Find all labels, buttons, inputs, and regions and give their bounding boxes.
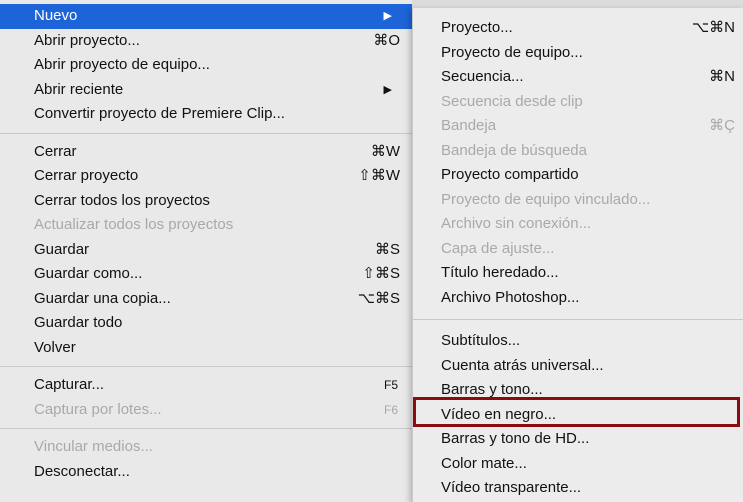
menu-item-actualizar-todos: Actualizar todos los proyectos (0, 213, 412, 238)
menu-item-capturar[interactable]: Capturar... F5 (0, 373, 412, 398)
submenu-item-bandeja-busqueda: Bandeja de búsqueda (413, 139, 743, 164)
menu-item-label: Proyecto... (441, 19, 513, 36)
menu-item-volver[interactable]: Volver (0, 336, 412, 361)
menu-item-label: Proyecto de equipo vinculado... (441, 190, 651, 208)
menu-separator (413, 319, 743, 320)
menu-item-nuevo[interactable]: Nuevo ▶ (0, 4, 412, 29)
shortcut-label: ⌘Ç (709, 117, 735, 134)
submenu-item-capa-ajuste: Capa de ajuste... (413, 237, 743, 262)
menu-item-label: Vídeo en negro... (441, 405, 557, 423)
menu-item-label: Guardar (34, 240, 90, 258)
menu-item-label: Título heredado... (441, 264, 559, 281)
menu-item-label: Nuevo (34, 7, 78, 24)
menu-item-label: Capa de ajuste... (441, 239, 555, 257)
menu-item-label: Proyecto de equipo... (441, 43, 583, 61)
shortcut-label: ⇧⌘S (362, 265, 400, 282)
nuevo-submenu: Proyecto... ⌥⌘N Proyecto de equipo... Se… (412, 8, 743, 502)
menu-item-label: Capturar... (34, 376, 105, 393)
menu-item-label: Cuenta atrás universal... (441, 356, 604, 374)
menu-item-abrir-proyecto-equipo[interactable]: Abrir proyecto de equipo... (0, 53, 412, 78)
menu-item-desconectar[interactable]: Desconectar... (0, 460, 412, 485)
menu-item-label: Desconectar... (34, 462, 130, 480)
menu-item-cerrar-proyecto[interactable]: Cerrar proyecto ⇧⌘W (0, 164, 412, 189)
submenu-item-video-negro[interactable]: Vídeo en negro... (413, 403, 743, 428)
shortcut-label: F6 (383, 402, 398, 417)
shortcut-label: ⌘W (370, 142, 400, 160)
menu-item-cerrar-todos[interactable]: Cerrar todos los proyectos (0, 189, 412, 214)
menu-item-label: Barras y tono... (441, 381, 543, 398)
menu-item-label: Bandeja (441, 117, 497, 134)
submenu-item-color-mate[interactable]: Color mate... (413, 452, 743, 477)
submenu-arrow-icon: ▶ (383, 83, 392, 96)
menu-item-label: Subtítulos... (441, 332, 521, 349)
menu-item-label: Guardar todo (34, 314, 123, 331)
submenu-item-proyecto[interactable]: Proyecto... ⌥⌘N (413, 16, 743, 41)
menu-item-abrir-reciente[interactable]: Abrir reciente ▶ (0, 78, 412, 103)
menu-item-convertir-premiere-clip[interactable]: Convertir proyecto de Premiere Clip... (0, 102, 412, 127)
menu-item-guardar-como[interactable]: Guardar como... ⇧⌘S (0, 262, 412, 287)
submenu-item-secuencia-desde-clip: Secuencia desde clip (413, 90, 743, 115)
menu-item-label: Cerrar todos los proyectos (34, 191, 210, 209)
submenu-item-cuenta-atras[interactable]: Cuenta atrás universal... (413, 354, 743, 379)
menu-item-label: Convertir proyecto de Premiere Clip... (34, 105, 285, 122)
menu-item-label: Barras y tono de HD... (441, 430, 590, 447)
menu-item-cerrar[interactable]: Cerrar ⌘W (0, 140, 412, 165)
menu-separator (0, 366, 412, 367)
menu-item-label: Guardar una copia... (34, 289, 171, 307)
submenu-item-proyecto-equipo[interactable]: Proyecto de equipo... (413, 41, 743, 66)
submenu-arrow-icon: ▶ (383, 10, 392, 22)
menu-item-label: Archivo Photoshop... (441, 288, 580, 306)
menu-item-label: Abrir proyecto de equipo... (34, 56, 210, 73)
menu-item-label: Secuencia desde clip (441, 92, 583, 110)
menu-item-label: Archivo sin conexión... (441, 215, 592, 232)
shortcut-label: ⌘O (373, 31, 400, 49)
menu-item-label: Proyecto compartido (441, 166, 579, 183)
submenu-item-archivo-photoshop[interactable]: Archivo Photoshop... (413, 286, 743, 311)
menu-item-guardar[interactable]: Guardar ⌘S (0, 238, 412, 263)
menu-item-label: Vincular medios... (34, 438, 153, 455)
menu-item-label: Actualizar todos los proyectos (34, 216, 234, 233)
menu-item-label: Captura por lotes... (34, 400, 162, 418)
submenu-item-proyecto-compartido[interactable]: Proyecto compartido (413, 163, 743, 188)
shortcut-label: ⌥⌘N (691, 19, 735, 36)
menu-item-vincular-medios: Vincular medios... (0, 435, 412, 460)
background-strip (412, 0, 743, 8)
menu-item-captura-lotes: Captura por lotes... F6 (0, 398, 412, 423)
menu-item-label: Cerrar proyecto (34, 167, 139, 184)
menu-item-label: Volver (34, 338, 76, 356)
shortcut-label: F5 (383, 378, 398, 392)
shortcut-label: ⌘S (374, 240, 400, 258)
menu-item-guardar-copia[interactable]: Guardar una copia... ⌥⌘S (0, 287, 412, 312)
menu-item-label: Secuencia... (441, 68, 524, 85)
menu-item-guardar-todo[interactable]: Guardar todo (0, 311, 412, 336)
submenu-item-bandeja: Bandeja ⌘Ç (413, 114, 743, 139)
menu-item-label: Vídeo transparente... (441, 479, 582, 496)
menu-item-label: Bandeja de búsqueda (441, 141, 587, 159)
menu-separator (0, 428, 412, 429)
submenu-item-barras-tono[interactable]: Barras y tono... (413, 378, 743, 403)
submenu-item-subtitulos[interactable]: Subtítulos... (413, 329, 743, 354)
submenu-item-video-transparente[interactable]: Vídeo transparente... (413, 476, 743, 501)
menu-separator (0, 132, 412, 134)
submenu-item-archivo-sin-conexion: Archivo sin conexión... (413, 212, 743, 237)
menu-item-label: Cerrar (34, 142, 77, 160)
submenu-item-titulo-heredado[interactable]: Título heredado... (413, 261, 743, 286)
submenu-item-barras-tono-hd[interactable]: Barras y tono de HD... (413, 427, 743, 452)
file-menu: Nuevo ▶ Abrir proyecto... ⌘O Abrir proye… (0, 0, 412, 502)
shortcut-label: ⌥⌘S (357, 289, 400, 307)
menu-item-abrir-proyecto[interactable]: Abrir proyecto... ⌘O (0, 29, 412, 54)
shortcut-label: ⌘N (709, 68, 735, 85)
submenu-item-proyecto-equipo-vinculado: Proyecto de equipo vinculado... (413, 188, 743, 213)
menu-item-label: Color mate... (441, 454, 527, 472)
menu-item-label: Abrir proyecto... (34, 31, 140, 49)
shortcut-label: ⇧⌘W (358, 167, 400, 184)
submenu-item-secuencia[interactable]: Secuencia... ⌘N (413, 65, 743, 90)
menu-item-label: Guardar como... (34, 265, 143, 282)
menu-item-label: Abrir reciente (34, 80, 124, 98)
